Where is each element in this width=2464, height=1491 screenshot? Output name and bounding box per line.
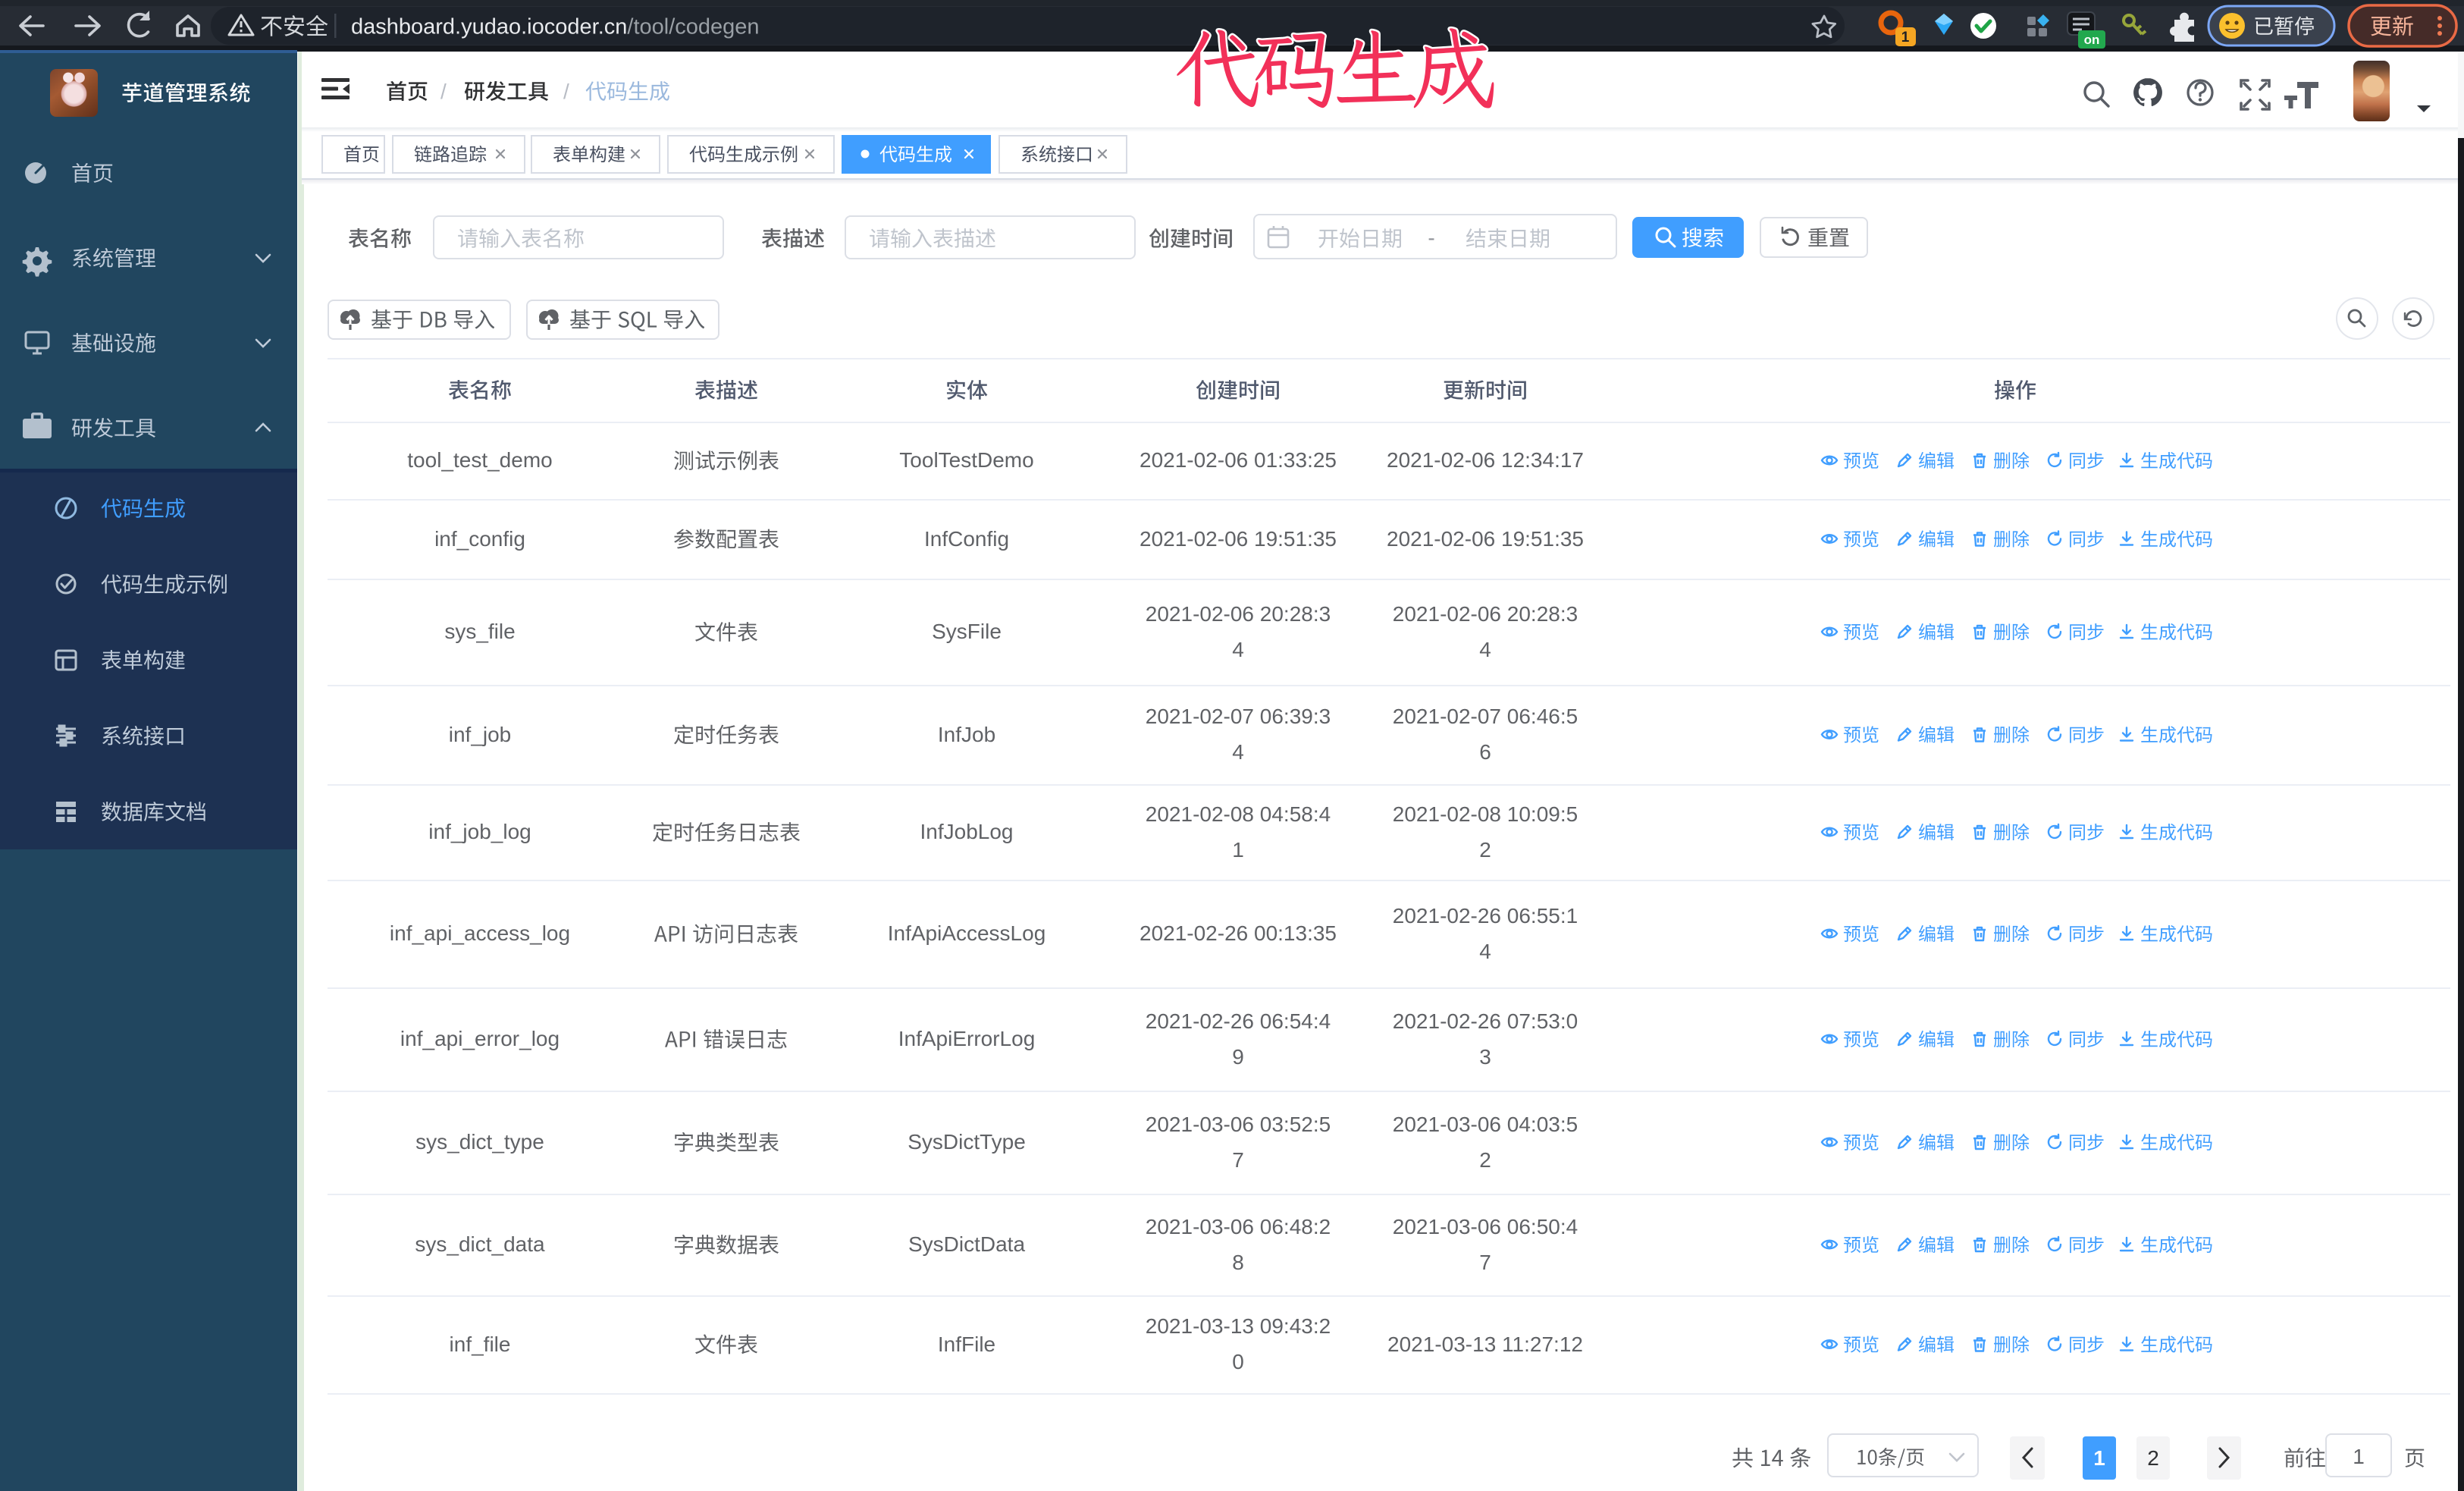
svg-text:1: 1 [1901, 30, 1910, 46]
svg-text:on: on [2084, 33, 2100, 47]
